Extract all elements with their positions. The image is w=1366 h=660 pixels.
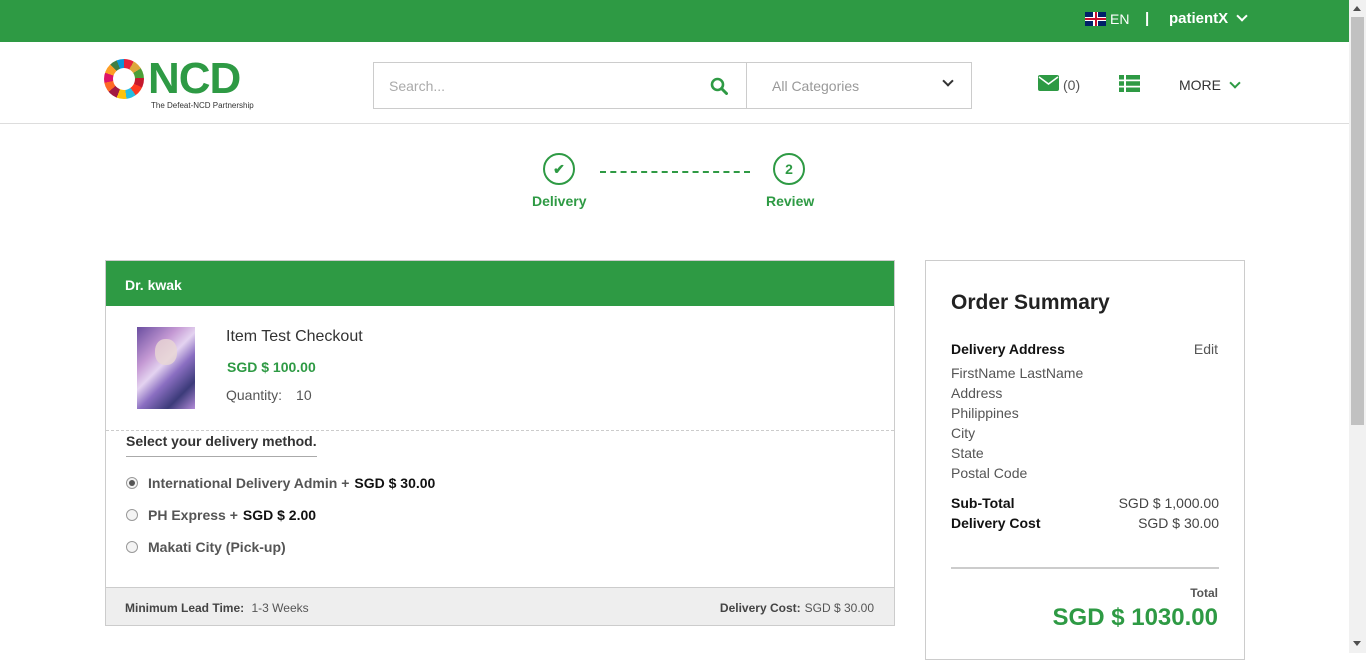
card-footer: Minimum Lead Time: 1-3 Weeks Delivery Co… bbox=[106, 587, 894, 625]
envelope-icon bbox=[1038, 75, 1059, 94]
radio-button[interactable] bbox=[126, 541, 138, 553]
user-menu[interactable]: patientX bbox=[1169, 10, 1248, 27]
more-menu[interactable]: MORE bbox=[1179, 76, 1241, 93]
category-select[interactable]: All Categories bbox=[746, 62, 972, 109]
delivery-address-heading: Delivery Address bbox=[951, 341, 1065, 357]
step-delivery-label: Delivery bbox=[532, 193, 587, 209]
address-city: City bbox=[951, 425, 976, 441]
vertical-scrollbar[interactable] bbox=[1349, 0, 1366, 653]
address-state: State bbox=[951, 445, 984, 461]
address-postal-code: Postal Code bbox=[951, 465, 1028, 481]
address-country: Philippines bbox=[951, 405, 1019, 421]
search-icon[interactable] bbox=[710, 77, 728, 100]
subtotal-label: Sub-Total bbox=[951, 495, 1015, 511]
search-box bbox=[373, 62, 747, 109]
footer-delivery-cost-value: SGD $ 30.00 bbox=[804, 601, 874, 615]
messages-button[interactable]: (0) bbox=[1038, 75, 1080, 94]
step-review-label: Review bbox=[766, 193, 815, 209]
top-bar: EN | patientX bbox=[0, 0, 1349, 42]
ncd-logo[interactable]: NCD The Defeat-NCD Partnership bbox=[104, 54, 264, 110]
category-selected: All Categories bbox=[772, 78, 860, 94]
step-review-number: 2 bbox=[773, 153, 805, 185]
main-header: NCD The Defeat-NCD Partnership All Categ… bbox=[0, 42, 1349, 124]
chevron-down-icon bbox=[1236, 10, 1248, 22]
subtotal-row: Sub-Total SGD $ 1,000.00 bbox=[951, 495, 1219, 511]
logo-text: NCD bbox=[148, 54, 241, 103]
logo-tagline: The Defeat-NCD Partnership bbox=[151, 101, 254, 110]
delivery-cost-row: Delivery Cost SGD $ 30.00 bbox=[951, 515, 1219, 531]
list-view-icon[interactable] bbox=[1119, 75, 1140, 97]
delivery-option-label: International Delivery Admin + bbox=[148, 475, 350, 491]
delivery-cost-label: Delivery Cost bbox=[951, 515, 1041, 531]
quantity-value: 10 bbox=[296, 387, 312, 403]
seller-order-card: Dr. kwak Item Test Checkout SGD $ 100.00… bbox=[105, 260, 895, 626]
delivery-cost-value: SGD $ 30.00 bbox=[1138, 515, 1219, 531]
footer-delivery-cost: Delivery Cost: SGD $ 30.00 bbox=[720, 601, 874, 615]
scroll-up-arrow-icon[interactable] bbox=[1353, 6, 1361, 11]
scroll-down-arrow-icon[interactable] bbox=[1353, 641, 1361, 646]
seller-name: Dr. kwak bbox=[106, 261, 894, 306]
more-label: MORE bbox=[1179, 77, 1221, 93]
chevron-down-icon bbox=[942, 75, 954, 87]
delivery-option-pickup[interactable]: Makati City (Pick-up) bbox=[126, 539, 286, 555]
step-connector bbox=[600, 171, 750, 173]
search-input[interactable] bbox=[374, 63, 674, 108]
product-image[interactable] bbox=[137, 327, 195, 409]
order-summary-title: Order Summary bbox=[951, 291, 1110, 314]
divider bbox=[951, 567, 1219, 569]
message-count: (0) bbox=[1063, 76, 1081, 93]
product-price: SGD $ 100.00 bbox=[227, 359, 316, 375]
radio-button[interactable] bbox=[126, 509, 138, 521]
language-selector[interactable]: EN bbox=[1085, 11, 1129, 27]
delivery-method-prompt: Select your delivery method. bbox=[126, 433, 317, 457]
address-name: FirstName LastName bbox=[951, 365, 1084, 381]
chevron-down-icon bbox=[1229, 76, 1241, 89]
delivery-option-cost: SGD $ 2.00 bbox=[242, 507, 317, 523]
divider bbox=[106, 430, 894, 431]
total-label: Total bbox=[1190, 586, 1218, 600]
product-quantity: Quantity: 10 bbox=[226, 387, 312, 403]
delivery-option-label: PH Express + bbox=[148, 507, 238, 523]
sdg-ring-icon bbox=[104, 59, 144, 99]
scrollbar-thumb[interactable] bbox=[1351, 17, 1364, 425]
address-street: Address bbox=[951, 385, 1003, 401]
total-value: SGD $ 1030.00 bbox=[1052, 604, 1218, 631]
username: patientX bbox=[1169, 10, 1229, 27]
subtotal-value: SGD $ 1,000.00 bbox=[1118, 495, 1219, 511]
delivery-option-label: Makati City (Pick-up) bbox=[148, 539, 286, 555]
topbar-separator: | bbox=[1145, 10, 1150, 27]
order-summary-panel: Order Summary Delivery Address Edit Firs… bbox=[925, 260, 1245, 660]
lead-time: Minimum Lead Time: 1-3 Weeks bbox=[125, 601, 309, 615]
footer-delivery-cost-label: Delivery Cost: bbox=[719, 601, 801, 615]
lead-time-value: 1-3 Weeks bbox=[251, 601, 309, 615]
product-title[interactable]: Item Test Checkout bbox=[226, 328, 363, 346]
step-delivery-check-icon: ✔ bbox=[543, 153, 575, 185]
delivery-option-ph-express[interactable]: PH Express + SGD $ 2.00 bbox=[126, 507, 316, 523]
language-label: EN bbox=[1110, 11, 1130, 27]
delivery-option-cost: SGD $ 30.00 bbox=[354, 475, 436, 491]
edit-address-link[interactable]: Edit bbox=[1194, 341, 1218, 357]
quantity-label: Quantity: bbox=[226, 387, 283, 403]
uk-flag-icon bbox=[1085, 12, 1106, 26]
checkout-steps: ✔ Delivery 2 Review bbox=[0, 124, 1349, 214]
radio-button[interactable] bbox=[126, 477, 138, 489]
delivery-option-international[interactable]: International Delivery Admin + SGD $ 30.… bbox=[126, 475, 435, 491]
lead-time-label: Minimum Lead Time: bbox=[125, 601, 245, 615]
